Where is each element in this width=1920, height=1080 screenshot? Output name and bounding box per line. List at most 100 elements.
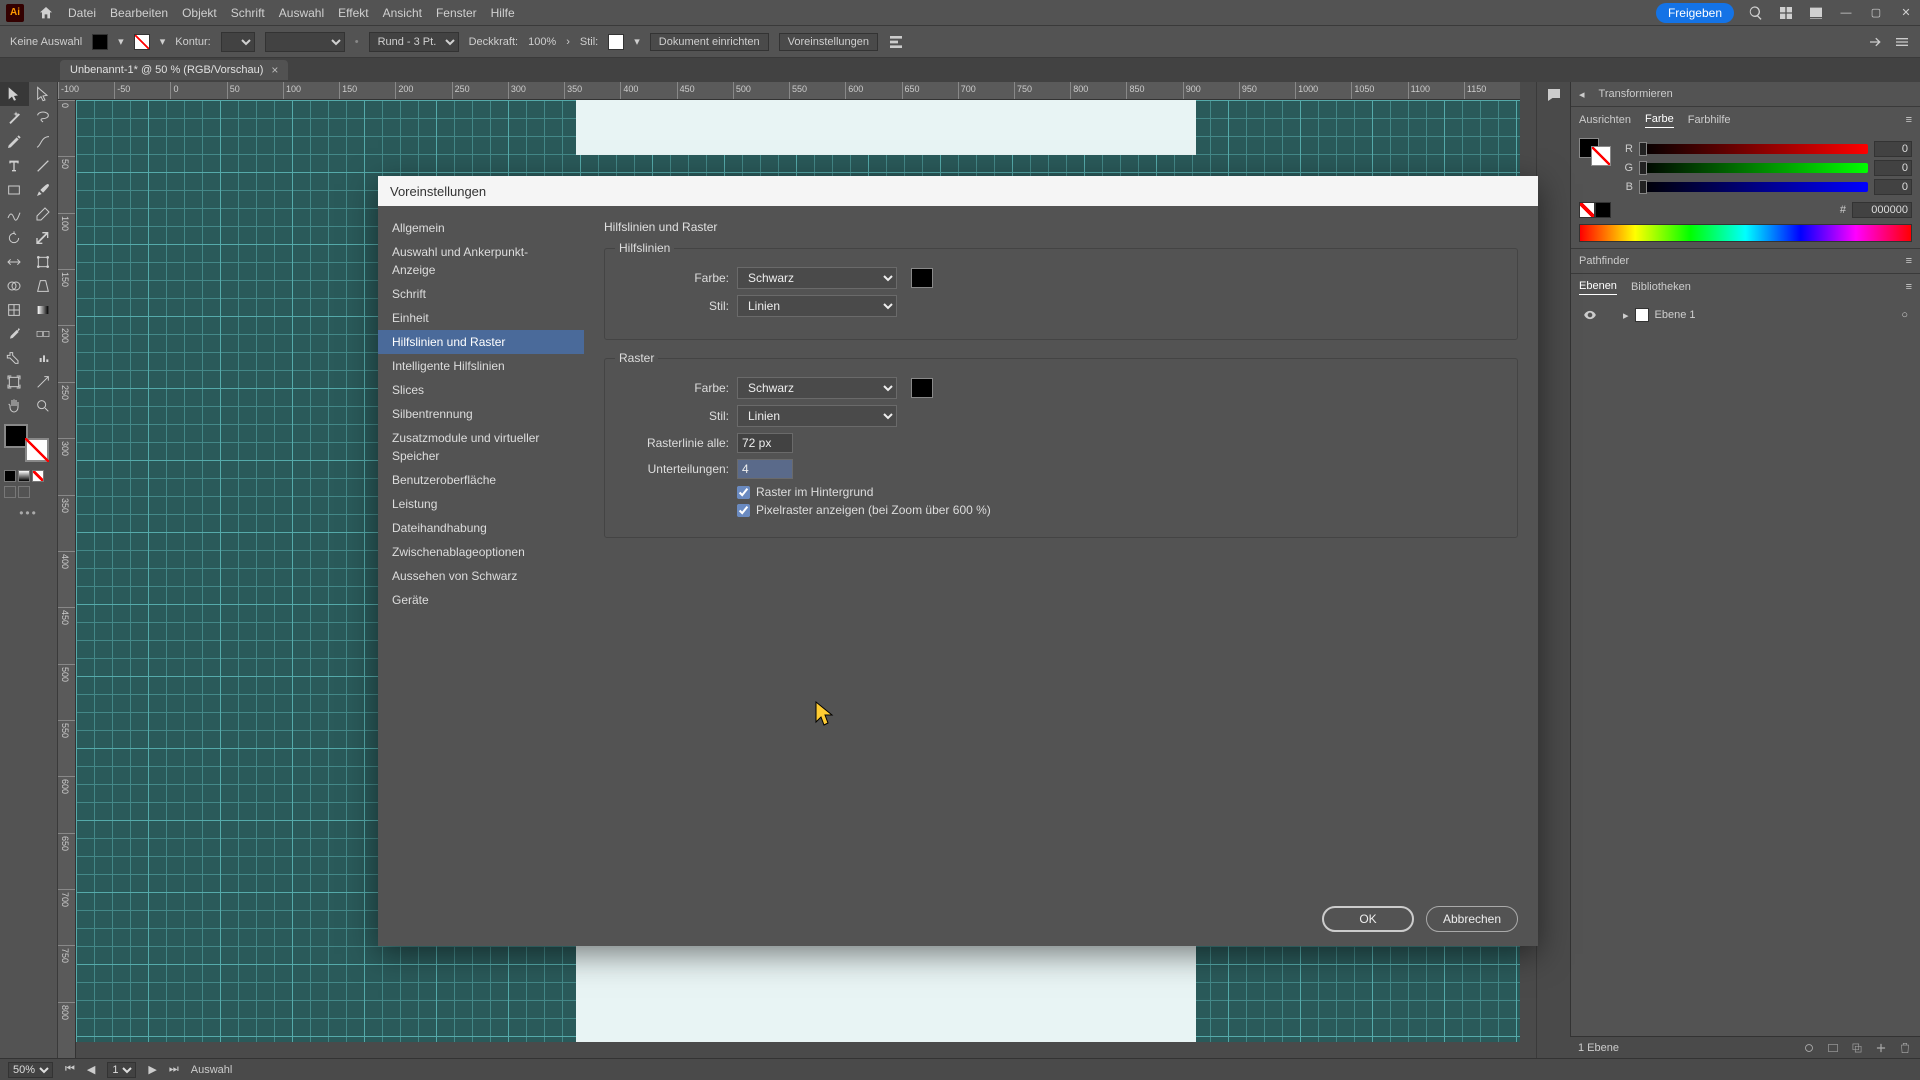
grid-back-checkbox[interactable] xyxy=(737,486,750,499)
prefs-sidebar-item[interactable]: Zwischenablageoptionen xyxy=(378,540,584,564)
eyedropper-tool[interactable] xyxy=(0,322,29,346)
b-input[interactable] xyxy=(1874,179,1912,195)
scale-tool[interactable] xyxy=(29,226,58,250)
pixel-grid-checkbox[interactable] xyxy=(737,504,750,517)
stroke-swatch[interactable] xyxy=(134,34,150,50)
arrange-icon[interactable] xyxy=(1778,5,1794,21)
search-icon[interactable] xyxy=(1748,5,1764,21)
fill-solid[interactable] xyxy=(4,470,16,482)
fill-none[interactable] xyxy=(32,470,44,482)
symbol-sprayer-tool[interactable] xyxy=(0,346,29,370)
prefs-sidebar-item[interactable]: Allgemein xyxy=(378,216,584,240)
menu-help[interactable]: Hilfe xyxy=(491,6,515,20)
guides-color-swatch[interactable] xyxy=(911,268,933,288)
menu-effect[interactable]: Effekt xyxy=(338,6,368,20)
expand-icon[interactable]: ▸ xyxy=(1623,309,1629,322)
tab-layers[interactable]: Ebenen xyxy=(1579,278,1617,295)
black-swatch[interactable] xyxy=(1595,202,1611,218)
scrollbar-horizontal[interactable] xyxy=(76,1042,1520,1058)
pen-tool[interactable] xyxy=(0,130,29,154)
prefs-sidebar-item[interactable]: Geräte xyxy=(378,588,584,612)
prefs-sidebar-item[interactable]: Benutzeroberfläche xyxy=(378,468,584,492)
share-button[interactable]: Freigeben xyxy=(1656,3,1734,23)
slice-tool[interactable] xyxy=(29,370,58,394)
panel-menu-icon[interactable]: ≡ xyxy=(1906,281,1912,293)
prefs-sidebar-item[interactable]: Hilfslinien und Raster xyxy=(378,330,584,354)
tab-color[interactable]: Farbe xyxy=(1645,111,1674,128)
dialog-titlebar[interactable]: Voreinstellungen xyxy=(378,176,1538,206)
spectrum[interactable] xyxy=(1579,224,1912,242)
panel-menu-icon[interactable]: ≡ xyxy=(1906,255,1912,267)
layer-name[interactable]: Ebene 1 xyxy=(1655,309,1696,321)
tab-libraries[interactable]: Bibliotheken xyxy=(1631,279,1691,295)
screen-mode-normal[interactable] xyxy=(4,486,16,498)
shape-builder-tool[interactable] xyxy=(0,274,29,298)
prefs-sidebar-item[interactable]: Aussehen von Schwarz xyxy=(378,564,584,588)
hand-tool[interactable] xyxy=(0,394,29,418)
comment-icon[interactable] xyxy=(1545,86,1563,104)
rectangle-tool[interactable] xyxy=(0,178,29,202)
g-input[interactable] xyxy=(1874,160,1912,176)
guides-style-select[interactable]: Linien xyxy=(737,295,897,317)
panel-toggle-icon[interactable] xyxy=(1868,34,1884,50)
b-slider[interactable] xyxy=(1639,182,1868,192)
window-minimize[interactable]: — xyxy=(1838,7,1854,19)
mask-icon[interactable] xyxy=(1826,1041,1840,1055)
artboard-tool[interactable] xyxy=(0,370,29,394)
chevron-down-icon[interactable]: ▾ xyxy=(634,35,640,48)
chevron-down-icon[interactable]: ▾ xyxy=(160,35,166,48)
home-icon[interactable] xyxy=(38,5,54,21)
ruler-vertical[interactable]: 0501001502002503003504004505005506006507… xyxy=(58,100,76,1058)
prefs-sidebar-item[interactable]: Intelligente Hilfslinien xyxy=(378,354,584,378)
mesh-tool[interactable] xyxy=(0,298,29,322)
blend-tool[interactable] xyxy=(29,322,58,346)
document-setup-button[interactable]: Dokument einrichten xyxy=(650,33,769,51)
artboard[interactable] xyxy=(576,100,1196,155)
nav-prev-icon[interactable]: ◀ xyxy=(87,1063,95,1076)
prefs-sidebar-item[interactable]: Leistung xyxy=(378,492,584,516)
opacity-value[interactable]: 100% xyxy=(528,36,556,48)
menu-view[interactable]: Ansicht xyxy=(383,6,422,20)
tab-pathfinder[interactable]: Pathfinder xyxy=(1579,253,1629,269)
lasso-tool[interactable] xyxy=(29,106,58,130)
hex-input[interactable] xyxy=(1852,202,1912,218)
align-icon[interactable] xyxy=(888,34,904,50)
perspective-tool[interactable] xyxy=(29,274,58,298)
locate-icon[interactable] xyxy=(1802,1041,1816,1055)
prefs-sidebar-item[interactable]: Schrift xyxy=(378,282,584,306)
chevron-right-icon[interactable]: › xyxy=(566,36,570,48)
ok-button[interactable]: OK xyxy=(1322,906,1414,932)
document-tab[interactable]: Unbenannt-1* @ 50 % (RGB/Vorschau) × xyxy=(60,60,288,80)
nav-next-icon[interactable]: ▶ xyxy=(148,1063,156,1076)
tab-colorguide[interactable]: Farbhilfe xyxy=(1688,112,1731,128)
menu-file[interactable]: Datei xyxy=(68,6,96,20)
window-close[interactable]: ✕ xyxy=(1898,6,1914,19)
fill-gradient[interactable] xyxy=(18,470,30,482)
free-transform-tool[interactable] xyxy=(29,250,58,274)
grid-style-select[interactable]: Linien xyxy=(737,405,897,427)
gridline-every-input[interactable] xyxy=(737,433,793,453)
r-slider[interactable] xyxy=(1639,144,1868,154)
subdivisions-input[interactable] xyxy=(737,459,793,479)
prefs-sidebar-item[interactable]: Silbentrennung xyxy=(378,402,584,426)
line-tool[interactable] xyxy=(29,154,58,178)
type-tool[interactable] xyxy=(0,154,29,178)
grid-color-swatch[interactable] xyxy=(911,378,933,398)
eraser-tool[interactable] xyxy=(29,202,58,226)
artboard-select[interactable]: 1 xyxy=(107,1062,136,1078)
stroke-profile-select[interactable] xyxy=(265,32,345,52)
menu-select[interactable]: Auswahl xyxy=(279,6,324,20)
grid-color-select[interactable]: Schwarz xyxy=(737,377,897,399)
none-swatch[interactable] xyxy=(1579,202,1595,218)
menu-edit[interactable]: Bearbeiten xyxy=(110,6,168,20)
direct-selection-tool[interactable] xyxy=(29,82,58,106)
prefs-sidebar-item[interactable]: Zusatzmodule und virtueller Speicher xyxy=(378,426,584,468)
toolbox-more[interactable]: ••• xyxy=(0,500,57,526)
close-icon[interactable]: × xyxy=(271,63,278,77)
delete-icon[interactable] xyxy=(1898,1041,1912,1055)
fill-swatch[interactable] xyxy=(92,34,108,50)
width-tool[interactable] xyxy=(0,250,29,274)
app-icon[interactable]: Ai xyxy=(6,4,24,22)
window-maximize[interactable]: ▢ xyxy=(1868,6,1884,19)
prefs-sidebar-item[interactable]: Auswahl und Ankerpunkt-Anzeige xyxy=(378,240,584,282)
